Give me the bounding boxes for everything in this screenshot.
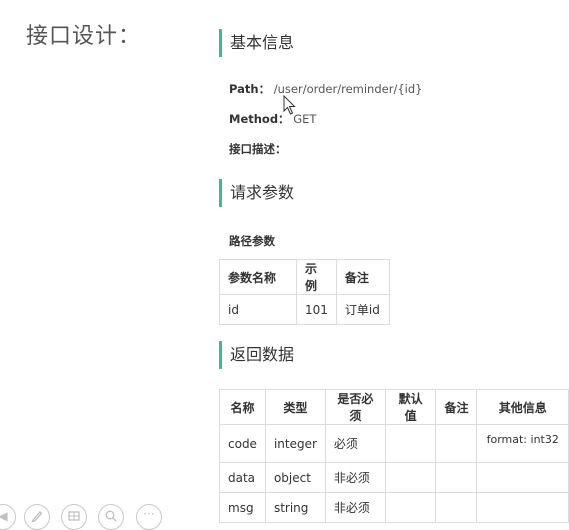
table-row: code integer 必须 format: int32 — [219, 424, 569, 463]
slides-icon[interactable] — [61, 504, 87, 530]
table-cell: data — [219, 462, 266, 493]
zoom-icon[interactable] — [98, 504, 124, 530]
table-cell: 订单id — [335, 294, 390, 325]
table-cell — [476, 462, 569, 493]
table-cell: 必须 — [324, 424, 386, 463]
table-cell — [384, 424, 437, 463]
column-header: 类型 — [264, 389, 326, 425]
table-row: msg string 非必须 — [219, 492, 569, 523]
table-header-row: 参数名称 示例 备注 — [219, 259, 390, 295]
pen-icon[interactable] — [24, 504, 50, 530]
column-header: 其他信息 — [476, 389, 569, 425]
path-row: Path： /user/order/reminder/{id} — [229, 81, 422, 97]
table-cell — [435, 424, 478, 463]
column-header: 名称 — [219, 389, 266, 425]
table-cell — [435, 462, 478, 493]
column-header: 是否必须 — [324, 389, 386, 425]
column-header: 参数名称 — [219, 259, 297, 295]
table-cell: object — [264, 462, 326, 493]
table-cell — [476, 492, 569, 523]
column-header: 示例 — [296, 259, 337, 295]
response-table: 名称 类型 是否必须 默认值 备注 其他信息 code integer 必须 f… — [219, 389, 569, 523]
table-cell: 非必须 — [324, 462, 386, 493]
table-cell: 101 — [296, 294, 337, 325]
path-value: /user/order/reminder/{id} — [273, 82, 423, 96]
section-response-heading: 返回数据 — [219, 341, 294, 369]
table-cell — [384, 462, 437, 493]
section-request-params-heading: 请求参数 — [219, 179, 294, 207]
description-row: 接口描述： — [229, 141, 287, 157]
column-header: 备注 — [435, 389, 478, 425]
table-cell — [384, 492, 437, 523]
table-cell: format: int32 — [476, 424, 569, 463]
path-params-table: 参数名称 示例 备注 id 101 订单id — [219, 259, 390, 325]
table-row: data object 非必须 — [219, 462, 569, 493]
previous-icon[interactable]: ◀ — [0, 504, 16, 530]
path-params-title: 路径参数 — [229, 234, 275, 248]
column-header: 默认值 — [384, 389, 437, 425]
method-row: Method： GET — [229, 111, 316, 127]
mouse-cursor-icon — [283, 95, 296, 115]
table-cell: id — [219, 294, 297, 325]
section-basic-info-heading: 基本信息 — [219, 29, 294, 57]
slide-title: 接口设计： — [26, 24, 142, 49]
table-cell: integer — [264, 424, 326, 463]
table-header-row: 名称 类型 是否必须 默认值 备注 其他信息 — [219, 389, 569, 425]
method-label: Method： — [229, 112, 290, 126]
table-cell — [435, 492, 478, 523]
table-cell: code — [219, 424, 266, 463]
table-cell: string — [264, 492, 326, 523]
table-row: id 101 订单id — [219, 294, 390, 325]
table-cell: msg — [219, 492, 266, 523]
column-header: 备注 — [335, 259, 390, 295]
description-label: 接口描述： — [229, 142, 287, 156]
table-cell: 非必须 — [324, 492, 386, 523]
more-icon[interactable]: ··· — [136, 504, 162, 530]
path-label: Path： — [229, 82, 271, 96]
